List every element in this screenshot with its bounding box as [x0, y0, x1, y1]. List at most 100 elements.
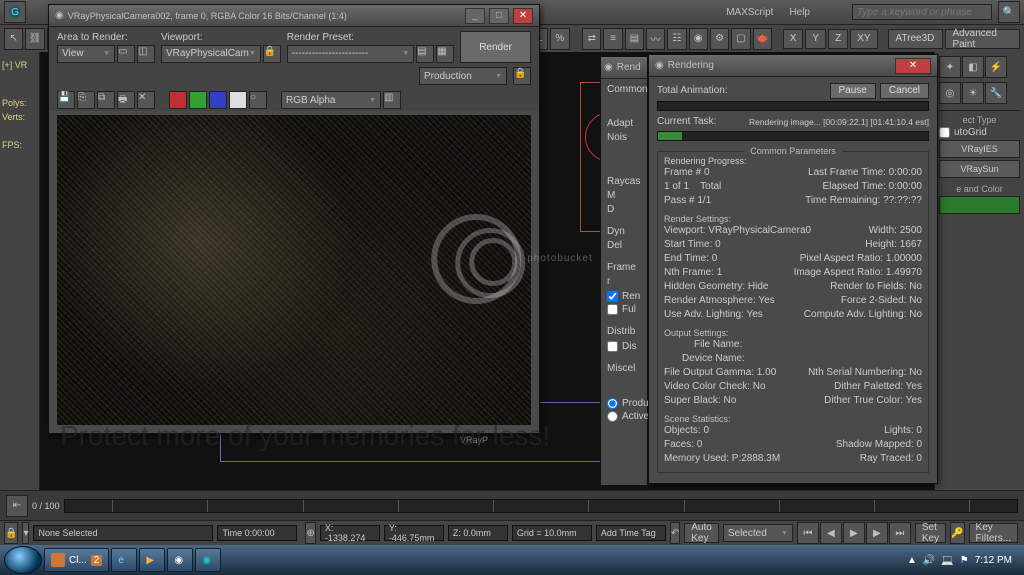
autokey-button[interactable]: Auto Key — [684, 523, 719, 543]
setkey-button[interactable]: Set Key — [915, 523, 946, 543]
axis-xy[interactable]: XY — [850, 29, 877, 49]
save-icon[interactable]: 💾 — [57, 91, 75, 109]
tool-render[interactable]: 🫖 — [753, 28, 772, 50]
axis-x[interactable]: X — [783, 29, 804, 49]
next-frame-icon[interactable]: ▶ — [866, 522, 888, 544]
panel-util-icon[interactable]: 🔧 — [985, 82, 1007, 104]
rendering-titlebar[interactable]: ◉ Rendering ✕ — [649, 55, 937, 77]
prev-frame-icon[interactable]: ◀ — [820, 522, 842, 544]
rs-ful-check[interactable] — [607, 304, 618, 315]
render-button[interactable]: Render — [460, 31, 531, 63]
prod-lock-icon[interactable]: 🔒 — [513, 67, 531, 85]
key-icon[interactable]: 🔑 — [950, 522, 964, 544]
panel-create-icon[interactable]: ✦ — [939, 56, 961, 78]
abs-rel-icon[interactable]: ⊕ — [305, 522, 315, 544]
plugin-atree[interactable]: ATree3D — [888, 29, 943, 49]
rs-dis-check[interactable] — [607, 341, 618, 352]
rs-common[interactable]: Common — [607, 83, 648, 97]
keyfilters-button[interactable]: Key Filters... — [969, 523, 1019, 543]
tool-pct[interactable]: % — [550, 28, 569, 50]
btn-vrayies[interactable]: VRayIES — [939, 140, 1020, 158]
app-icon[interactable]: G — [4, 1, 26, 23]
area-edit-icon[interactable]: ▭ — [117, 45, 135, 63]
goto-end-icon[interactable]: ⏭ — [889, 522, 911, 544]
tool-layer[interactable]: ▤ — [625, 28, 644, 50]
tool-render-frame[interactable]: ▢ — [731, 28, 750, 50]
rendering-close-icon[interactable]: ✕ — [895, 58, 931, 74]
autogrid-check[interactable]: utoGrid — [939, 127, 1020, 138]
viewport-dropdown[interactable]: VRayPhysicalCam — [161, 45, 261, 63]
panel-hierarchy-icon[interactable]: ⚡ — [985, 56, 1007, 78]
coord-y[interactable]: Y: -446.75mm — [384, 525, 444, 541]
task-3dsmax[interactable]: ◉ — [195, 548, 221, 572]
sel-set-icon[interactable]: ▾ — [22, 522, 29, 544]
lock-selection-icon[interactable]: 🔒 — [4, 522, 18, 544]
tray-icon-1[interactable]: ▲ — [907, 555, 917, 566]
area-dropdown[interactable]: View — [57, 45, 115, 63]
clock[interactable]: 7:12 PM — [975, 555, 1012, 566]
start-orb[interactable] — [4, 546, 42, 574]
rs-active-radio[interactable] — [607, 411, 618, 422]
panel-motion-icon[interactable]: ◎ — [939, 82, 961, 104]
search-icon[interactable]: 🔍 — [998, 1, 1020, 23]
task-wmp[interactable]: ▶ — [139, 548, 165, 572]
minimize-icon[interactable]: _ — [465, 8, 485, 24]
tool-render-setup[interactable]: ⚙ — [710, 28, 729, 50]
tray-icon-3[interactable]: 💻 — [941, 555, 953, 566]
tray-icon-2[interactable]: 🔊 — [923, 555, 935, 566]
tool-schematic[interactable]: ☷ — [667, 28, 686, 50]
production-dropdown[interactable]: Production — [419, 67, 507, 85]
selection-name[interactable]: None Selected — [33, 525, 213, 541]
axis-y[interactable]: Y — [805, 29, 826, 49]
color-swatch[interactable] — [939, 196, 1020, 214]
tool-curve[interactable]: 〰 — [646, 28, 665, 50]
render-output[interactable] — [57, 115, 531, 425]
axis-z[interactable]: Z — [828, 29, 848, 49]
menu-maxscript[interactable]: MAXScript — [726, 7, 773, 18]
tool-select[interactable]: ↖ — [4, 28, 23, 50]
channel-mono[interactable]: ○ — [249, 91, 267, 109]
play-icon[interactable]: ▶ — [843, 522, 865, 544]
area-auto-icon[interactable]: ◫ — [137, 45, 155, 63]
coord-z[interactable]: Z: 0.0mm — [448, 525, 508, 541]
clone-icon[interactable]: ⧉ — [97, 91, 115, 109]
task-ie[interactable]: e — [111, 548, 137, 572]
lock-icon[interactable]: 🔒 — [263, 45, 281, 63]
pause-button[interactable]: Pause — [830, 83, 876, 99]
timeline-config-icon[interactable]: ⇤ — [6, 495, 28, 517]
keymode-dropdown[interactable]: Selected — [723, 524, 793, 542]
plugin-advpaint[interactable]: Advanced Paint — [945, 29, 1020, 49]
rs-prod-radio[interactable] — [607, 398, 618, 409]
cancel-button[interactable]: Cancel — [880, 83, 929, 99]
timeline[interactable] — [64, 499, 1018, 513]
tool-link[interactable]: ⛓ — [25, 28, 44, 50]
vfb-titlebar[interactable]: ◉ VRayPhysicalCamera002, frame 0, RGBA C… — [49, 5, 539, 27]
overlay-icon[interactable]: ▥ — [383, 91, 401, 109]
system-tray[interactable]: ▲ 🔊 💻 ⚑ 7:12 PM — [907, 555, 1020, 566]
tray-icon-4[interactable]: ⚑ — [960, 555, 969, 566]
channel-alpha[interactable] — [229, 91, 247, 109]
print-icon[interactable]: 🖶 — [117, 91, 135, 109]
tool-mirror[interactable]: ⇄ — [582, 28, 601, 50]
menu-help[interactable]: Help — [789, 7, 810, 18]
coord-x[interactable]: X: -1338.274 — [320, 525, 380, 541]
task-app1[interactable]: Cl... 2 — [44, 548, 109, 572]
maximize-icon[interactable]: □ — [489, 8, 509, 24]
panel-modify-icon[interactable]: ◧ — [962, 56, 984, 78]
goto-start-icon[interactable]: ⏮ — [797, 522, 819, 544]
preset-a-icon[interactable]: ▤ — [416, 45, 434, 63]
add-time-tag[interactable]: Add Time Tag — [596, 525, 666, 541]
rs-ren-check[interactable] — [607, 291, 618, 302]
channel-green[interactable] — [189, 91, 207, 109]
viewport-tab[interactable]: [+] VR — [2, 60, 37, 70]
tool-align[interactable]: ≡ — [603, 28, 622, 50]
close-icon[interactable]: ✕ — [513, 8, 533, 24]
channel-red[interactable] — [169, 91, 187, 109]
tool-material[interactable]: ◉ — [689, 28, 708, 50]
task-chrome[interactable]: ◉ — [167, 548, 193, 572]
channel-dropdown[interactable]: RGB Alpha — [281, 91, 381, 109]
preset-dropdown[interactable]: ----------------------- — [287, 45, 414, 63]
undo-icon[interactable]: ↶ — [670, 522, 680, 544]
preset-b-icon[interactable]: ▦ — [436, 45, 454, 63]
panel-display-icon[interactable]: ☀ — [962, 82, 984, 104]
